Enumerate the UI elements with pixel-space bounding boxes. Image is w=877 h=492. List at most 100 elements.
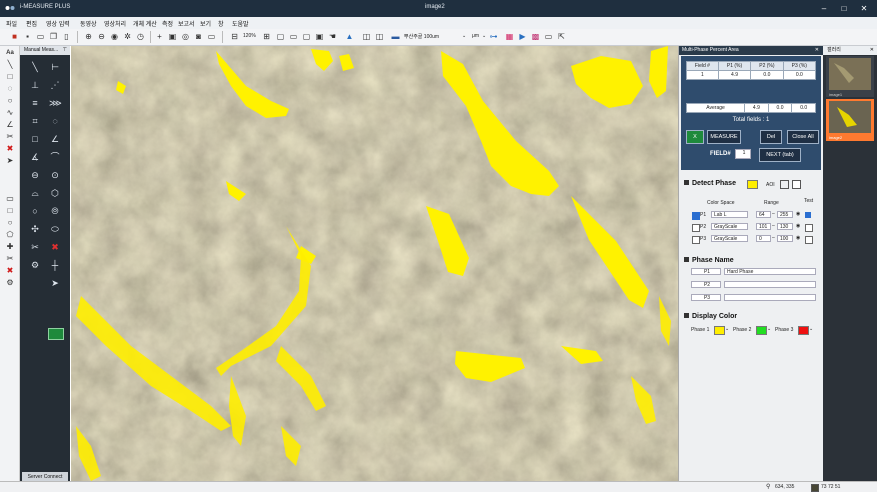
p1-test-radio[interactable]: ◉ [796, 211, 800, 217]
next-button[interactable]: NEXT (tab) [759, 148, 801, 162]
measure-button[interactable]: MEASURE [707, 130, 741, 144]
zoom-in-icon[interactable]: ⊕ [84, 32, 93, 41]
palette-icon[interactable]: ▩ [531, 32, 540, 41]
curve-tool-icon[interactable]: ∿ [5, 108, 15, 118]
hand-icon[interactable]: ☚ [328, 32, 337, 41]
menu-edit[interactable]: 편집 [26, 19, 37, 28]
aoi-tool-icon[interactable] [780, 180, 789, 189]
zoom-level[interactable]: 120% [243, 33, 256, 39]
p3-test-radio[interactable]: ◉ [796, 235, 800, 241]
print-icon[interactable]: ▭ [36, 32, 45, 41]
p2-test-checkbox[interactable] [805, 224, 813, 232]
menu-window[interactable]: 창 [218, 19, 224, 28]
window-icon[interactable]: ▭ [544, 32, 553, 41]
select-pointer-icon[interactable]: ➤ [49, 277, 61, 289]
p2-name-input[interactable] [724, 281, 816, 288]
hline-measure-icon[interactable]: ⊢ [49, 61, 61, 73]
p3-name-input[interactable] [724, 294, 816, 301]
crosshair-icon[interactable]: + [155, 32, 164, 41]
image-canvas[interactable] [71, 46, 678, 487]
lasso-icon[interactable]: ◌ [49, 115, 61, 127]
menu-file[interactable]: 파일 [6, 19, 17, 28]
excel-icon[interactable]: X [686, 130, 704, 144]
p1-checkbox[interactable] [692, 212, 700, 220]
circle3-icon[interactable]: ⊙ [49, 169, 61, 181]
circle-measure-icon[interactable]: ○ [29, 205, 41, 217]
p1-name-input[interactable]: Hard Phase [724, 268, 816, 275]
minimize-button[interactable]: – [816, 3, 832, 14]
menu-image-input[interactable]: 영상 입력 [46, 19, 70, 28]
save-icon[interactable]: ▪ [23, 32, 32, 41]
p3-checkbox[interactable] [692, 236, 700, 244]
polyline-icon[interactable]: ⋰ [49, 79, 61, 91]
concentric-icon[interactable]: ⦾ [49, 205, 61, 217]
excel-export-icon[interactable] [48, 328, 64, 340]
record-icon[interactable]: ◉ [110, 32, 119, 41]
del-button[interactable]: Del [760, 130, 782, 144]
rect-measure-icon[interactable]: □ [29, 133, 41, 145]
roi-delete-icon[interactable]: ✖ [5, 266, 15, 276]
arc-measure-icon[interactable]: ⌓ [29, 187, 41, 199]
measure-settings-icon[interactable]: ⚙ [29, 259, 41, 271]
cut-icon[interactable]: ✂ [29, 241, 41, 253]
perpendicular-icon[interactable]: ⊥ [29, 79, 41, 91]
p3-range-min[interactable]: 0 [756, 235, 771, 242]
close-all-button[interactable]: Close All [787, 130, 819, 144]
p2-checkbox[interactable] [692, 224, 700, 232]
copy-icon[interactable]: ❐ [49, 32, 58, 41]
fit-width-icon[interactable]: ▭ [289, 32, 298, 41]
p3-test-checkbox[interactable] [805, 236, 813, 244]
angle-tool-icon[interactable]: ∠ [5, 120, 15, 130]
pin-icon[interactable]: ⊤ [59, 46, 67, 55]
settings-icon[interactable]: ✲ [123, 32, 132, 41]
arc-icon[interactable]: ⌒ [49, 151, 61, 163]
scissor-icon[interactable]: ✂ [5, 132, 15, 142]
pointer-icon[interactable]: ➤ [5, 156, 15, 166]
freehand-tool-icon[interactable]: ◌ [5, 84, 15, 94]
compare-icon[interactable]: ◫ [375, 32, 384, 41]
crop-icon[interactable]: ⌗ [29, 115, 41, 127]
menu-measure[interactable]: 측정 [162, 19, 173, 28]
gallery-close-icon[interactable]: ✕ [870, 46, 874, 55]
roi-cross-icon[interactable]: ✚ [5, 242, 15, 252]
unit-dropdown-icon[interactable]: ⌄ [482, 33, 486, 39]
circle-center-icon[interactable]: ⊖ [29, 169, 41, 181]
overlay-icon[interactable]: ▶ [518, 32, 527, 41]
maximize-button[interactable]: □ [836, 3, 852, 14]
crosshair-measure-icon[interactable]: ┼ [49, 259, 61, 271]
p2-range-min[interactable]: 101 [756, 223, 771, 230]
camera-icon[interactable]: ◙ [194, 32, 203, 41]
p2-test-radio[interactable]: ◉ [796, 223, 800, 229]
phase2-color-dropdown-icon[interactable]: ⌄ [767, 326, 771, 332]
open-icon[interactable]: ■ [10, 32, 19, 41]
calibration-icon[interactable]: ▬ [391, 32, 400, 41]
menu-help[interactable]: 도움말 [232, 19, 249, 28]
p1-color-space-select[interactable]: Lab L [711, 211, 748, 218]
multi-line-icon[interactable]: ⋙ [49, 97, 62, 109]
ellipse-measure-icon[interactable]: ⬭ [49, 223, 61, 235]
roi-scissor-icon[interactable]: ✂ [5, 254, 15, 264]
menu-video[interactable]: 동영상 [80, 19, 97, 28]
line-measure-icon[interactable]: ╲ [29, 61, 41, 73]
menu-view[interactable]: 보기 [200, 19, 211, 28]
menu-object-calc[interactable]: 개체 계산 [133, 19, 157, 28]
delete-icon[interactable]: ✖ [5, 144, 15, 154]
phase3-color-dropdown-icon[interactable]: ⌄ [809, 326, 813, 332]
line-tool-icon[interactable]: ╲ [5, 60, 15, 70]
circle-tool-icon[interactable]: ○ [5, 96, 15, 106]
p2-range-max[interactable]: 130 [777, 223, 793, 230]
color-picker-icon[interactable]: ▲ [345, 32, 354, 41]
detect-color-swatch[interactable] [747, 180, 758, 189]
p1-range-max[interactable]: 255 [777, 211, 793, 218]
screen-icon[interactable]: ▭ [207, 32, 216, 41]
panel-close-icon[interactable]: ✕ [815, 46, 819, 55]
p1-test-checkbox[interactable] [805, 212, 811, 218]
gallery-item-image2[interactable]: image2 [826, 99, 874, 141]
zoom-out-icon[interactable]: ⊖ [97, 32, 106, 41]
p3-range-max[interactable]: 100 [777, 235, 793, 242]
scale-bar-icon[interactable]: ⊶ [489, 32, 498, 41]
p2-color-space-select[interactable]: GrayScale [711, 223, 748, 230]
roi-rect-icon[interactable]: ▭ [5, 194, 15, 204]
roi-square-icon[interactable]: □ [5, 206, 15, 216]
phase1-color-dropdown-icon[interactable]: ⌄ [725, 326, 729, 332]
